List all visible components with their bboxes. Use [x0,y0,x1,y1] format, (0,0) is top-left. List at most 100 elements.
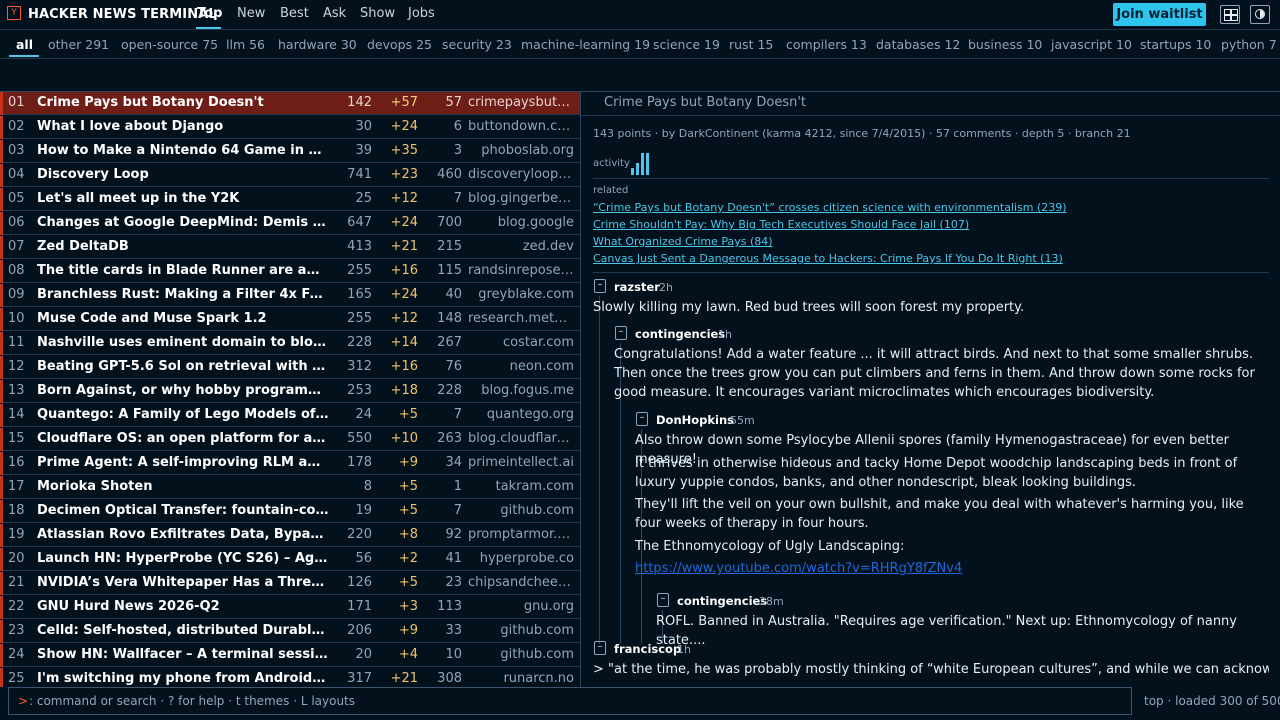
story-points-delta: +3 [398,599,418,614]
collapse-button[interactable]: – [615,326,627,340]
story-row[interactable]: 17 Morioka Shoten 8 +5 1 takram.com [0,476,580,499]
filter-chip[interactable]: rust 15 [729,37,773,52]
related-link[interactable]: Crime Shouldn't Pay: Why Big Tech Execut… [593,218,969,231]
collapse-button[interactable]: – [594,279,606,293]
filter-chip[interactable]: hardware 30 [278,37,357,52]
filter-chip[interactable]: javascript 10 [1051,37,1132,52]
related-link[interactable]: Canvas Just Sent a Dangerous Message to … [593,252,1063,265]
story-title[interactable]: Beating GPT-5.6 Sol on retrieval with 10… [37,359,329,374]
story-title[interactable]: Launch HN: HyperProbe (YC S26) – Agents … [37,551,329,566]
story-row[interactable]: 22 GNU Hurd News 2026-Q2 171 +3 113 gnu.org [0,596,580,619]
filter-chip[interactable]: devops 25 [367,37,432,52]
story-title[interactable]: Cloudflare OS: an open platform for agen… [37,431,329,446]
story-row[interactable]: 04 Discovery Loop 741 +23 460 discoveryloop.c… [0,164,580,187]
story-title[interactable]: Nashville uses eminent domain to block d… [37,335,329,350]
story-title[interactable]: Born Against, or why hobby programming m… [37,383,329,398]
tab-jobs[interactable]: Jobs [408,6,435,21]
story-title[interactable]: Crime Pays but Botany Doesn't [37,95,329,110]
story-row[interactable]: 20 Launch HN: HyperProbe (YC S26) – Agent… [0,548,580,571]
story-row[interactable]: 02 What I love about Django 30 +24 6 buttondo… [0,116,580,139]
story-title[interactable]: Prime Agent: A self-improving RLM agent [37,455,329,470]
story-title[interactable]: Muse Code and Muse Spark 1.2 [37,311,329,326]
collapse-button[interactable]: – [636,412,648,426]
story-comment-count: 57 [445,95,462,110]
story-row[interactable]: 24 Show HN: Wallfacer – A terminal sessio… [0,644,580,667]
related-link[interactable]: “Crime Pays but Botany Doesn't” crosses … [593,201,1067,214]
story-title[interactable]: GNU Hurd News 2026-Q2 [37,599,329,614]
filter-chip[interactable]: machine-learning 19 [521,37,650,52]
related-link[interactable]: What Organized Crime Pays (84) [593,235,773,248]
filter-chip[interactable]: science 19 [653,37,720,52]
filter-chip[interactable]: compilers 13 [786,37,867,52]
story-row[interactable]: 07 Zed DeltaDB 413 +21 215 zed.dev [0,236,580,259]
story-row[interactable]: 18 Decimen Optical Transfer: fountain-cod… [0,500,580,523]
story-title[interactable]: Branchless Rust: Making a Filter 4x Fast… [37,287,329,302]
tab-show[interactable]: Show [360,6,395,21]
filter-chip-all[interactable]: all [16,37,33,52]
story-title[interactable]: NVIDIA’s Vera Whitepaper Has a Thread Lo… [37,575,329,590]
collapse-button[interactable]: – [657,593,669,607]
story-title[interactable]: Morioka Shoten [37,479,329,494]
tab-top[interactable]: Top [197,6,222,21]
story-row[interactable]: 03 How to Make a Nintendo 64 Game in 2026… [0,140,580,163]
grid-layout-icon[interactable] [1220,5,1240,24]
collapse-button[interactable]: – [594,641,606,655]
story-title[interactable]: Let's all meet up in the Y2K [37,191,329,206]
story-title[interactable]: Zed DeltaDB [37,239,329,254]
tab-ask[interactable]: Ask [323,6,346,21]
story-title[interactable]: What I love about Django [37,119,329,134]
story-title[interactable]: Changes at Google DeepMind: Demis Hassab… [37,215,329,230]
comment-author[interactable]: contingencies [677,594,767,608]
story-row[interactable]: 19 Atlassian Rovo Exfiltrates Data, Bypas… [0,524,580,547]
story-row[interactable]: 08 The title cards in Blade Runner are am… [0,260,580,283]
contrast-icon[interactable] [1250,5,1270,24]
story-title[interactable]: Show HN: Wallfacer – A terminal session … [37,647,329,662]
filter-chip[interactable]: databases 12 [876,37,960,52]
filter-chip[interactable]: business 10 [968,37,1042,52]
story-row[interactable]: 06 Changes at Google DeepMind: Demis Hass… [0,212,580,235]
story-title[interactable]: Quantego: A Family of Lego Models of IBM… [37,407,329,422]
activity-bar [631,168,634,175]
story-title[interactable]: Decimen Optical Transfer: fountain-coded… [37,503,329,518]
story-points: 171 [347,599,372,614]
story-row[interactable]: 12 Beating GPT-5.6 Sol on retrieval with … [0,356,580,379]
story-row[interactable]: 01 Crime Pays but Botany Doesn't 142 +57 57 c… [0,92,580,115]
filter-chip[interactable]: other 291 [48,37,109,52]
comment-author[interactable]: DonHopkins [656,413,734,427]
story-row[interactable]: 05 Let's all meet up in the Y2K 25 +12 7 blog… [0,188,580,211]
comment-author[interactable]: razster [614,280,660,294]
story-row[interactable]: 23 Celld: Self-hosted, distributed Durabl… [0,620,580,643]
filter-chip[interactable]: python 7 [1221,37,1277,52]
story-title[interactable]: Atlassian Rovo Exfiltrates Data, Bypassi… [37,527,329,542]
story-row[interactable]: 11 Nashville uses eminent domain to block… [0,332,580,355]
story-title[interactable]: How to Make a Nintendo 64 Game in 2026 [37,143,329,158]
comment-link[interactable]: https://www.youtube.com/watch?v=RHRgY8fZ… [635,561,962,576]
tab-best[interactable]: Best [280,6,309,21]
filter-chip[interactable]: startups 10 [1140,37,1211,52]
story-domain: promptarmor.com [468,527,574,542]
comment-age: 2h [659,281,673,294]
story-title[interactable]: Celld: Self-hosted, distributed Durable … [37,623,329,638]
story-points: 24 [355,407,372,422]
story-row[interactable]: 10 Muse Code and Muse Spark 1.2 255 +12 148 r… [0,308,580,331]
story-points: 253 [347,383,372,398]
filter-chip[interactable]: open-source 75 [121,37,218,52]
story-row[interactable]: 16 Prime Agent: A self-improving RLM agen… [0,452,580,475]
filter-chip[interactable]: security 23 [442,37,512,52]
comment-author[interactable]: franciscop [614,642,681,656]
story-row[interactable]: 25 I'm switching my phone from Android to… [0,668,580,687]
comment-author[interactable]: contingencies [635,327,725,341]
tab-new[interactable]: New [237,6,265,21]
story-row[interactable]: 13 Born Against, or why hobby programming… [0,380,580,403]
story-row[interactable]: 21 NVIDIA’s Vera Whitepaper Has a Thread … [0,572,580,595]
story-row[interactable]: 14 Quantego: A Family of Lego Models of I… [0,404,580,427]
command-input-box[interactable]: > [8,687,1132,715]
join-waitlist-button[interactable]: Join waitlist [1113,3,1206,26]
story-title[interactable]: I'm switching my phone from Android to L… [37,671,329,686]
command-input[interactable] [29,692,1119,710]
story-row[interactable]: 15 Cloudflare OS: an open platform for ag… [0,428,580,451]
filter-chip[interactable]: llm 56 [226,37,265,52]
story-row[interactable]: 09 Branchless Rust: Making a Filter 4x Fa… [0,284,580,307]
story-title[interactable]: Discovery Loop [37,167,329,182]
story-title[interactable]: The title cards in Blade Runner are amaz… [37,263,329,278]
